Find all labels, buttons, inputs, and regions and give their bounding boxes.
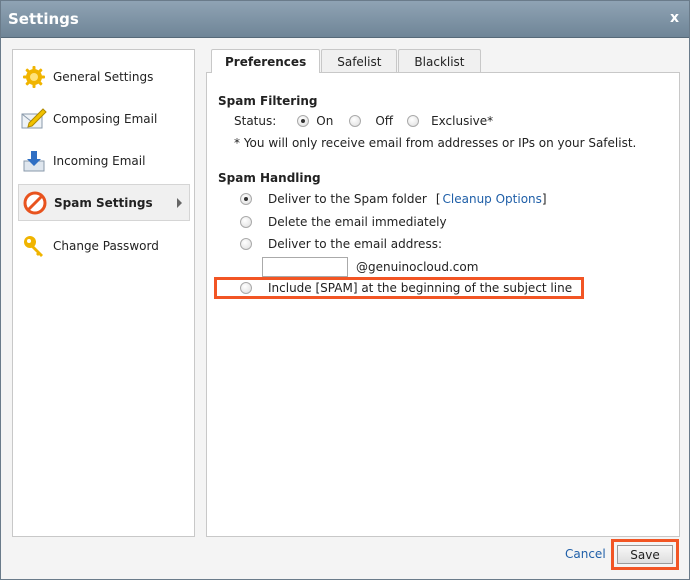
delete-email-radio[interactable] <box>240 216 252 228</box>
bracket-close: ] <box>541 192 547 206</box>
sidebar-item-label: Change Password <box>53 238 159 253</box>
settings-tabs: Preferences Safelist Blacklist <box>211 49 482 73</box>
settings-sidebar: General Settings Composing Email Incomin… <box>12 49 195 537</box>
sidebar-item-general-settings[interactable]: General Settings <box>18 58 190 95</box>
email-domain-label: @genuinocloud.com <box>356 260 479 274</box>
safelist-note: * You will only receive email from addre… <box>234 136 637 150</box>
status-off-radio[interactable] <box>349 115 362 127</box>
close-button[interactable]: x <box>670 10 679 26</box>
title-bar: Settings x <box>1 1 689 38</box>
cleanup-options-link[interactable]: Cleanup Options <box>443 192 542 206</box>
chevron-right-icon <box>177 198 182 208</box>
sidebar-item-label: Incoming Email <box>53 153 146 168</box>
sidebar-item-label: Spam Settings <box>54 195 153 210</box>
status-exclusive-radio[interactable] <box>407 115 420 127</box>
status-label: Status: <box>234 114 277 128</box>
tab-blacklist[interactable]: Blacklist <box>398 49 481 73</box>
handling-option-spam-folder: Deliver to the Spam folder [ Cleanup Opt… <box>240 192 547 206</box>
tab-safelist[interactable]: Safelist <box>321 49 398 73</box>
dialog-title: Settings <box>8 10 79 28</box>
incoming-arrow-icon <box>21 148 47 174</box>
save-button[interactable]: Save <box>617 545 673 564</box>
spam-subject-label: Include [SPAM] at the beginning of the s… <box>268 281 573 295</box>
sidebar-item-change-password[interactable]: Change Password <box>18 227 190 264</box>
tab-preferences[interactable]: Preferences <box>211 49 321 73</box>
cancel-button[interactable]: Cancel <box>565 547 606 561</box>
highlight-box-save: Save <box>611 539 679 570</box>
compose-envelope-icon <box>21 106 47 132</box>
delete-email-label: Delete the email immediately <box>268 215 447 229</box>
deliver-address-label: Deliver to the email address: <box>268 237 442 251</box>
gear-icon <box>21 64 47 90</box>
spam-folder-label: Deliver to the Spam folder <box>268 192 427 206</box>
status-exclusive-label: Exclusive* <box>431 114 494 128</box>
spam-handling-heading: Spam Handling <box>218 171 321 185</box>
status-row: Status: On Off Exclusive* <box>234 114 493 128</box>
deliver-address-radio[interactable] <box>240 238 252 250</box>
no-entry-icon <box>22 190 48 216</box>
spam-filtering-heading: Spam Filtering <box>218 94 318 108</box>
sidebar-item-label: Composing Email <box>53 111 158 126</box>
status-off-label: Off <box>375 114 394 128</box>
sidebar-item-composing-email[interactable]: Composing Email <box>18 100 190 137</box>
status-on-label: On <box>316 114 334 128</box>
status-on-radio[interactable] <box>297 115 310 127</box>
key-icon <box>21 233 47 259</box>
bracket-open: [ <box>435 192 441 206</box>
sidebar-item-spam-settings[interactable]: Spam Settings <box>18 184 190 221</box>
sidebar-item-label: General Settings <box>53 69 154 84</box>
spam-subject-radio[interactable] <box>240 282 252 294</box>
handling-option-deliver-address: Deliver to the email address: <box>240 237 442 251</box>
sidebar-item-incoming-email[interactable]: Incoming Email <box>18 142 190 179</box>
handling-option-spam-subject: Include [SPAM] at the beginning of the s… <box>240 281 572 295</box>
settings-dialog: Settings x General Settings Composing Em… <box>0 0 690 580</box>
handling-option-delete: Delete the email immediately <box>240 215 447 229</box>
email-address-input[interactable] <box>262 257 348 277</box>
spam-folder-radio[interactable] <box>240 193 252 205</box>
